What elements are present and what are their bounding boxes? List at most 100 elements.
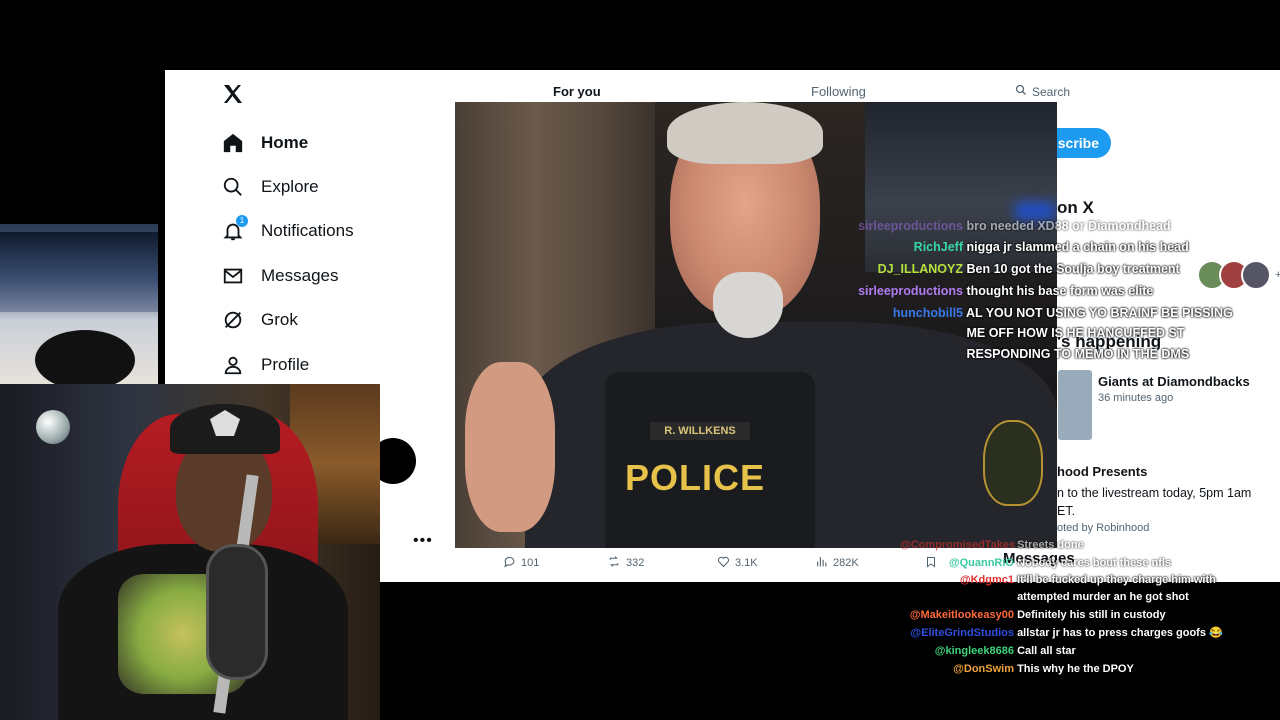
- chat-username: @CompromisedTakes: [900, 539, 1016, 551]
- live-on-x-heading: on X: [1057, 198, 1094, 217]
- nav-messages[interactable]: Messages: [221, 260, 338, 292]
- chat-username: @kingleek8686: [934, 645, 1014, 657]
- tab-for-you[interactable]: For you: [553, 84, 601, 99]
- disco-ball: [36, 410, 70, 444]
- microphone: [206, 544, 268, 680]
- chat-username: hunchobill5: [892, 306, 963, 320]
- chat-text: Call all star: [1017, 645, 1076, 657]
- nav-grok[interactable]: Grok: [221, 304, 298, 336]
- views-count: 282K: [833, 557, 859, 569]
- chat-text: RESPONDING TO MEMO IN THE DMS: [966, 347, 1190, 361]
- envelope-icon: [221, 264, 245, 288]
- chat-text: Nobody cares bout these nfls: [1017, 557, 1172, 569]
- chat-username: @Kdgmc1: [959, 574, 1014, 586]
- chat-text: It'll be fucked up they charge him with: [1017, 574, 1216, 586]
- views-icon: [815, 555, 828, 571]
- chat-text: nigga jr slammed a chain on his head: [966, 240, 1189, 254]
- officer-beard: [713, 272, 783, 338]
- bell-icon: 1: [221, 215, 248, 243]
- chat-text: AL YOU NOT USING YO BRAINF BE PISSING: [966, 306, 1233, 320]
- chat-text: Streets done: [1017, 539, 1084, 551]
- chat-username: @QuannRiO: [948, 557, 1014, 569]
- promo-text: n to the livestream today, 5pm 1am ET.: [1057, 486, 1252, 518]
- chat-message-continued: ME OFF HOW IS HE HANCUFFED ST: [848, 323, 1185, 343]
- chat-message: @EliteGrindStudios allstar jr has to pre…: [900, 624, 1223, 642]
- nav-messages-label: Messages: [261, 266, 339, 285]
- chat-text: bro needed XD88 or Diamondhead: [966, 219, 1171, 233]
- chat-username: DJ_ILLANOYZ: [877, 262, 963, 276]
- chat-text: allstar jr has to press charges goofs 😂: [1017, 627, 1223, 639]
- x-logo-icon[interactable]: [221, 82, 245, 106]
- search-input[interactable]: Search: [1015, 84, 1070, 99]
- chat-message: @kingleek8686 Call all star: [900, 642, 1076, 660]
- chat-message: RichJeff nigga jr slammed a chain on his…: [848, 237, 1189, 257]
- nav-notifications[interactable]: 1 Notifications: [221, 215, 354, 247]
- nav-profile[interactable]: Profile: [221, 349, 309, 381]
- chat-message: @Makeitlookeasy00 Definitely his still i…: [900, 606, 1166, 624]
- nav-grok-label: Grok: [261, 310, 298, 329]
- chat-text: attempted murder an he got shot: [1017, 591, 1189, 603]
- promo-title[interactable]: hood Presents: [1057, 464, 1147, 479]
- nav-explore[interactable]: Explore: [221, 171, 319, 203]
- nav-explore-label: Explore: [261, 177, 319, 196]
- chat-username: @DonSwim: [953, 663, 1014, 675]
- trend-thumbnail[interactable]: [1058, 370, 1092, 440]
- city-skyline-poster: [0, 232, 158, 312]
- chat-text: This why he the DPOY: [1017, 663, 1134, 675]
- chat-message: @Kdgmc1 It'll be fucked up they charge h…: [900, 571, 1216, 589]
- chat-message: @QuannRiO Nobody cares bout these nfls: [900, 554, 1171, 572]
- heart-icon: [717, 555, 730, 571]
- chat-username: RichJeff: [913, 240, 963, 254]
- shoulder-patch: [983, 420, 1043, 506]
- chat-message: hunchobill5 AL YOU NOT USING YO BRAINF B…: [848, 303, 1233, 323]
- avatar: [1241, 260, 1271, 290]
- trend-time: 36 minutes ago: [1098, 392, 1174, 404]
- officer-hair: [667, 102, 823, 164]
- chat-username: @EliteGrindStudios: [910, 627, 1014, 639]
- search-icon: [221, 175, 245, 199]
- streamer-webcam: [0, 384, 380, 720]
- officer-nameplate: R. WILLKENS: [650, 422, 750, 440]
- live-avatars[interactable]: +4: [1197, 260, 1280, 290]
- nav-profile-label: Profile: [261, 355, 310, 374]
- officer-hand: [465, 362, 555, 532]
- trend-title[interactable]: Giants at Diamondbacks: [1098, 374, 1250, 389]
- reply-icon: [503, 555, 516, 571]
- nav-home[interactable]: Home: [221, 127, 308, 159]
- tab-following[interactable]: Following: [811, 84, 866, 99]
- nav-notifications-label: Notifications: [261, 221, 354, 240]
- chat-message-continued: attempted murder an he got shot: [900, 588, 1189, 606]
- chat-text: thought his base form was elite: [966, 284, 1154, 298]
- chat-message-continued: RESPONDING TO MEMO IN THE DMS: [848, 344, 1189, 364]
- nav-home-label: Home: [261, 133, 309, 152]
- chat-message: sirleeproductions thought his base form …: [848, 281, 1153, 301]
- chat-username: @Makeitlookeasy00: [909, 609, 1014, 621]
- tweet-action-bar: 101 332 3.1K 282K: [503, 553, 937, 573]
- repost-button[interactable]: 332: [607, 555, 717, 571]
- reply-count: 101: [521, 557, 540, 569]
- search-icon: [1015, 84, 1027, 99]
- like-count: 3.1K: [735, 557, 758, 569]
- secondary-webcam-person: [35, 330, 135, 390]
- reply-button[interactable]: 101: [503, 555, 607, 571]
- person-icon: [221, 353, 245, 377]
- like-button[interactable]: 3.1K: [717, 555, 815, 571]
- chat-username: sirleeproductions: [858, 284, 963, 298]
- chat-username: sirleeproductions: [858, 219, 963, 233]
- chat-message: @DonSwim This why he the DPOY: [900, 660, 1134, 678]
- avatar-more-count: +4: [1275, 269, 1280, 281]
- chat-message: @CompromisedTakes Streets done: [900, 536, 1084, 554]
- search-placeholder: Search: [1032, 84, 1071, 99]
- promo-attribution: oted by Robinhood: [1057, 522, 1150, 534]
- more-options-icon[interactable]: •••: [413, 532, 433, 550]
- chat-message: sirleeproductions bro needed XD88 or Dia…: [848, 216, 1171, 236]
- police-patch: POLICE: [625, 457, 766, 498]
- chat-text: Ben 10 got the Soulja boy treatment: [966, 262, 1180, 276]
- repost-count: 332: [626, 557, 645, 569]
- home-icon: [221, 131, 245, 155]
- chat-message: DJ_ILLANOYZ Ben 10 got the Soulja boy tr…: [848, 259, 1180, 279]
- chat-text: Definitely his still in custody: [1017, 609, 1166, 621]
- grok-icon: [221, 308, 245, 332]
- notification-badge: 1: [236, 215, 248, 227]
- chat-text: ME OFF HOW IS HE HANCUFFED ST: [966, 326, 1185, 340]
